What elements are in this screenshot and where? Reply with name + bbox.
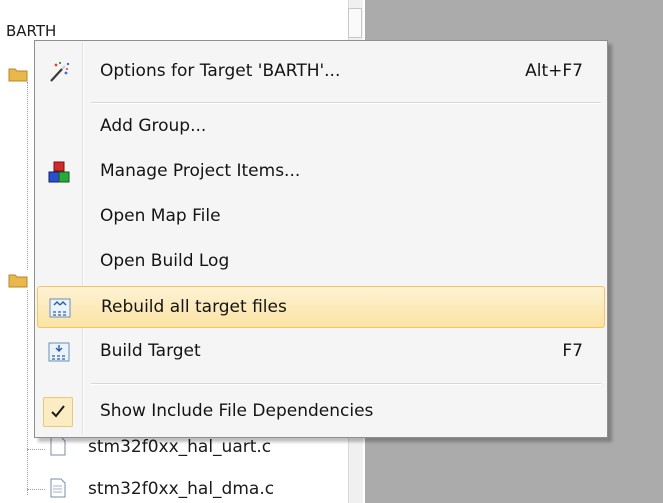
menu-item-rebuild-all[interactable]: Rebuild all target files [37, 286, 605, 328]
menu-separator [91, 102, 601, 104]
check-box-frame [43, 397, 73, 427]
menu-item-label: Build Target [100, 341, 201, 361]
magic-wand-icon [50, 61, 70, 82]
build-icon [48, 342, 70, 362]
menu-item-label: Open Map File [100, 206, 221, 226]
tree-connector-line [27, 290, 28, 495]
tree-file-item[interactable]: stm32f0xx_hal_dma.c [88, 479, 274, 499]
icon-gutter-separator [82, 43, 84, 435]
menu-item-label: Manage Project Items... [100, 161, 301, 181]
tree-connector-line [27, 489, 45, 490]
checkmark-icon [51, 405, 65, 418]
tree-connector-line [27, 82, 28, 270]
menu-item-label: Open Build Log [100, 251, 230, 271]
folder-icon[interactable] [8, 272, 28, 288]
project-items-icon [48, 161, 70, 183]
menu-separator [91, 383, 601, 385]
menu-item-label: Add Group... [100, 116, 207, 136]
menu-item-show-include-dependencies[interactable]: Show Include File Dependencies [37, 391, 605, 433]
tree-connector-line [27, 449, 45, 450]
c-file-icon[interactable] [50, 478, 66, 498]
menu-shortcut: Alt+F7 [525, 61, 583, 81]
tree-root-label[interactable]: BARTH [6, 22, 56, 40]
menu-item-label: Options for Target 'BARTH'... [100, 61, 341, 81]
menu-item-open-map-file[interactable]: Open Map File [37, 196, 605, 238]
menu-item-label: Rebuild all target files [101, 297, 287, 317]
c-file-icon[interactable] [50, 436, 66, 456]
tree-file-item[interactable]: stm32f0xx_hal_uart.c [88, 437, 271, 457]
menu-item-open-build-log[interactable]: Open Build Log [37, 241, 605, 283]
menu-item-build-target[interactable]: Build Target F7 [37, 331, 605, 373]
menu-item-label: Show Include File Dependencies [100, 401, 374, 421]
rebuild-icon [49, 298, 71, 318]
menu-shortcut: F7 [562, 341, 583, 361]
menu-item-manage-project-items[interactable]: Manage Project Items... [37, 151, 605, 193]
menu-item-add-group[interactable]: Add Group... [37, 106, 605, 148]
context-menu: Options for Target 'BARTH'... Alt+F7 Add… [34, 40, 608, 438]
folder-icon[interactable] [8, 66, 28, 82]
scrollbar-thumb[interactable] [348, 8, 362, 38]
menu-item-options-for-target[interactable]: Options for Target 'BARTH'... Alt+F7 [37, 51, 605, 93]
